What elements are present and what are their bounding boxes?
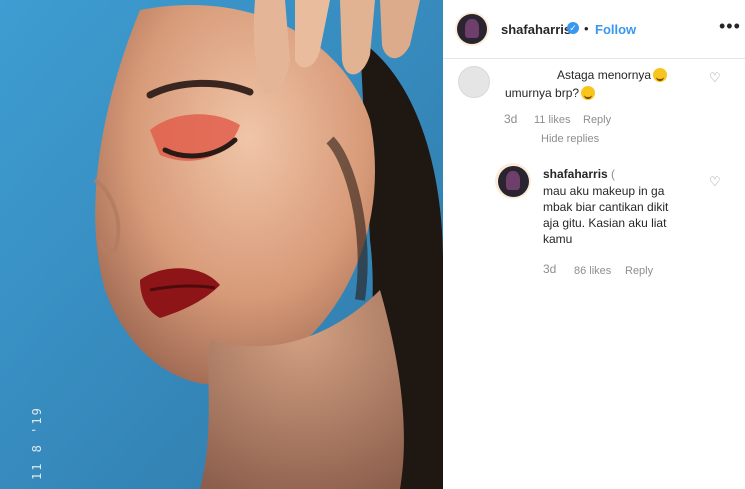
post-username[interactable]: shafaharris: [501, 22, 571, 37]
hide-replies-button[interactable]: Hide replies: [541, 133, 599, 145]
reply-likes[interactable]: 86 likes: [574, 265, 611, 277]
post-image: 11 8 '19: [0, 0, 443, 489]
reply-text: mau aku makeup in ga mbak biar cantikan …: [543, 184, 669, 246]
comment-line-2: umurnya brp?: [505, 86, 580, 100]
post-header: shafaharris ✓ • Follow •••: [443, 0, 745, 59]
reply-verified-mark: (: [611, 167, 616, 181]
comment-likes[interactable]: 11 likes: [534, 114, 570, 126]
comments-panel: shafaharris ✓ • Follow ••• Astaga menorn…: [443, 0, 745, 489]
reply-username[interactable]: shafaharris (: [543, 167, 615, 181]
separator: •: [584, 21, 589, 36]
comment-reply-button[interactable]: Reply: [583, 114, 611, 126]
comment-line-1: Astaga menornya: [557, 68, 652, 82]
follow-button[interactable]: Follow: [595, 22, 636, 37]
reply-reply-button[interactable]: Reply: [625, 265, 653, 277]
reply-age: 3d: [543, 262, 557, 276]
grinning-emoji-icon: [653, 68, 668, 82]
heart-icon[interactable]: ♡: [709, 70, 721, 86]
photo-date-stamp: 11 8 '19: [30, 406, 44, 480]
avatar[interactable]: [455, 12, 489, 46]
commenter-avatar[interactable]: [458, 66, 490, 98]
comment-age: 3d: [504, 112, 518, 126]
grinning-emoji-icon: [581, 86, 596, 100]
heart-icon[interactable]: ♡: [709, 174, 721, 190]
comment-text: Astaga menornya umurnya brp?: [505, 66, 685, 102]
more-options-icon[interactable]: •••: [719, 16, 741, 37]
portrait-illustration: [0, 0, 443, 489]
verified-badge-icon: ✓: [567, 22, 579, 34]
reply-username-text[interactable]: shafaharris: [543, 167, 608, 181]
reply-avatar[interactable]: [495, 163, 531, 199]
